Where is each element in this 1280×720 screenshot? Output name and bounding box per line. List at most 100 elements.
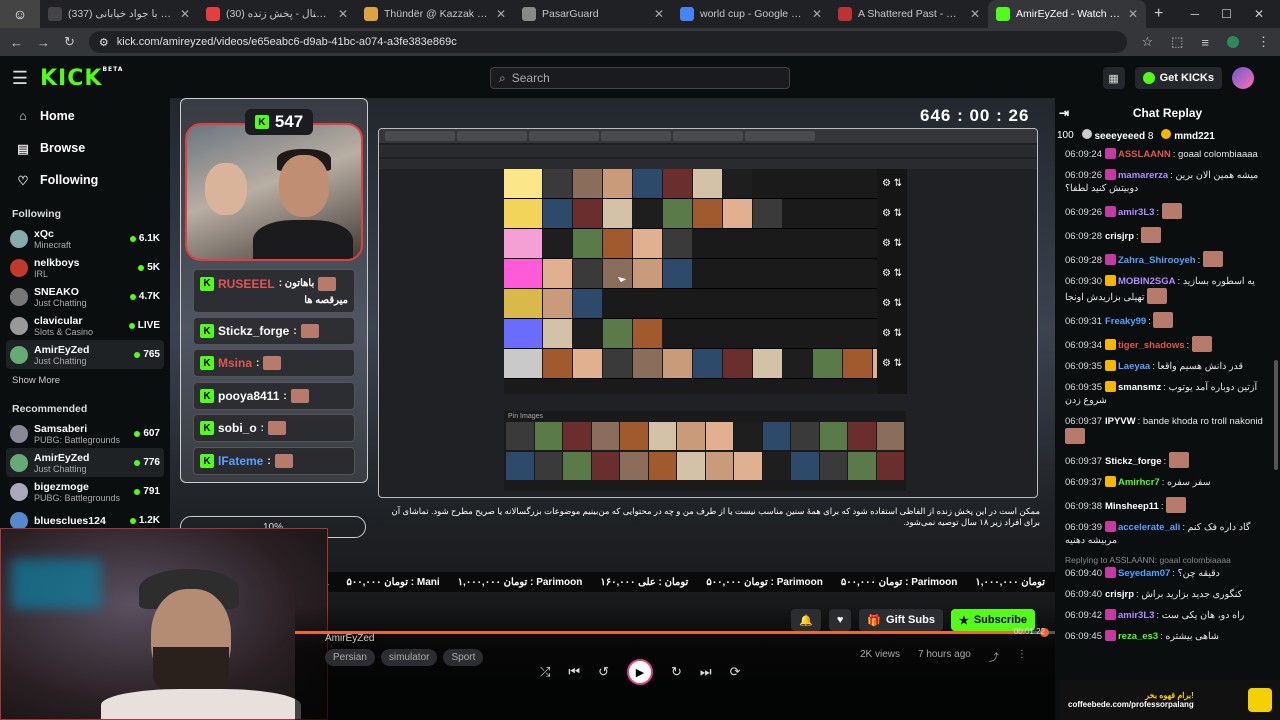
follow-heart-button[interactable]: ♥ <box>828 609 852 631</box>
sidebar-channel[interactable]: SNEAKO Just Chatting 4.7K <box>0 282 170 311</box>
sidebar-channel[interactable]: xQc Minecraft 6.1K <box>0 224 170 253</box>
sidebar-channel[interactable]: clavicular Slots & Casino LIVE <box>0 311 170 340</box>
chat-username[interactable]: accelerate_ali <box>1118 522 1180 533</box>
collapse-chat-icon[interactable]: ⇥ <box>1059 106 1069 120</box>
browser-tab[interactable]: ایران اینترنشنال - پخش زنده (30) ✕ <box>198 0 356 28</box>
chat-username[interactable]: Seyedam07 <box>1118 568 1170 579</box>
chat-message[interactable]: 06:09:42 amir3L3: راه دو، هان یکی ست <box>1065 609 1270 622</box>
new-tab-button[interactable]: + <box>1154 5 1163 23</box>
kick-logo[interactable]: KICKBETA <box>40 66 123 91</box>
chat-message[interactable]: 06:09:30 MOBIN2SGA: یه اسطوره بسازید تهیل… <box>1065 275 1270 304</box>
tab-close-icon[interactable]: ✕ <box>654 7 664 21</box>
sidebar-channel[interactable]: AmirEyZed Just Chatting 776 <box>6 448 164 477</box>
chat-message[interactable]: 06:09:35 smansmz: آزتین دوباره آمد یوتوب … <box>1065 381 1270 407</box>
chat-message[interactable]: 06:09:26 mamarerza: میشه همین الان برین د… <box>1065 169 1270 195</box>
back-icon[interactable]: ← <box>10 35 23 50</box>
chat-message[interactable]: 06:09:38 Minsheep11: <box>1065 497 1270 513</box>
browser-tab[interactable]: Thündër @ Kazzak (EU EN) ✕ <box>356 0 514 28</box>
bookmark-star-icon[interactable]: ☆ <box>1141 34 1153 50</box>
extensions-icon[interactable]: ⬚ <box>1171 34 1183 50</box>
repeat-icon[interactable]: ⟳ <box>730 664 741 680</box>
user-avatar[interactable] <box>1232 67 1254 89</box>
more-icon[interactable]: ⋮ <box>1017 649 1027 664</box>
maximize-icon[interactable]: ☐ <box>1221 7 1232 21</box>
chat-message[interactable]: 06:09:35 Laeyaa: قدر دانش هسیم واقعا <box>1065 360 1270 373</box>
sidebar-channel[interactable]: nelkboys IRL 5K <box>0 253 170 282</box>
chat-username[interactable]: Stickz_forge <box>1105 456 1162 467</box>
browser-profile-avatar[interactable]: ☺ <box>0 0 40 28</box>
chat-message[interactable]: 06:09:37 IPYVW: bande khoda ro troll nako… <box>1065 415 1270 444</box>
chat-username[interactable]: crisjrp <box>1105 231 1134 242</box>
browser-tab[interactable]: world cup - Google Search ✕ <box>672 0 830 28</box>
sidebar-nav-following[interactable]: ♡ Following <box>0 164 170 196</box>
chat-username[interactable]: amir3L3 <box>1118 207 1154 218</box>
menu-icon[interactable]: ☰ <box>0 68 40 89</box>
chat-scrollbar[interactable] <box>1274 360 1278 470</box>
play-button[interactable]: ▶ <box>627 659 654 685</box>
browser-tab[interactable]: A Shattered Past - Quest - Wor ✕ <box>830 0 988 28</box>
tab-close-icon[interactable]: ✕ <box>338 7 348 21</box>
chat-message[interactable]: 06:09:26 amir3L3: <box>1065 203 1270 219</box>
url-field[interactable]: ⚙ kick.com/amireyzed/videos/e65eabc6-d9ab… <box>88 31 1128 53</box>
seek-bar[interactable] <box>295 628 1055 637</box>
chat-username[interactable]: Zahra_Shirooyeh <box>1118 255 1196 266</box>
extension-g-icon[interactable] <box>1227 36 1239 48</box>
chat-username[interactable]: reza_es3 <box>1118 631 1158 642</box>
chat-username[interactable]: mamarerza <box>1118 170 1168 181</box>
chat-username[interactable]: smansmz <box>1118 382 1161 393</box>
chat-message[interactable]: 06:09:24 ASSLAANN: goaal colombiaaaa <box>1065 148 1270 161</box>
chat-username[interactable]: Minsheep11 <box>1105 501 1159 512</box>
chat-message[interactable]: 06:09:28 Zahra_Shirooyeh: <box>1065 251 1270 267</box>
tab-close-icon[interactable]: ✕ <box>180 7 190 21</box>
sidebar-channel[interactable]: bigezmoge PUBG: Battlegrounds 791 <box>0 477 170 506</box>
notification-bell-button[interactable]: 🔔 <box>791 609 821 631</box>
tab-close-icon[interactable]: ✕ <box>1128 7 1138 21</box>
forward-icon[interactable]: → <box>37 35 50 50</box>
chat-username[interactable]: IPYVW <box>1105 416 1136 427</box>
tab-close-icon[interactable]: ✕ <box>970 7 980 21</box>
tab-close-icon[interactable]: ✕ <box>812 7 822 21</box>
minimize-icon[interactable]: ─ <box>1191 7 1200 21</box>
chat-username[interactable]: ASSLAANN <box>1118 149 1171 160</box>
sidebar-channel[interactable]: Samsaberi PUBG: Battlegrounds 607 <box>0 419 170 448</box>
clips-icon[interactable]: ▦ <box>1102 67 1125 89</box>
share-icon[interactable]: ⤴ <box>989 649 999 664</box>
search-input[interactable]: ⌕ Search <box>490 67 790 89</box>
sidebar-nav-browse[interactable]: ▤ Browse <box>0 132 170 164</box>
rewind-icon[interactable]: ↺ <box>598 664 609 680</box>
tab-close-icon[interactable]: ✕ <box>496 7 506 21</box>
get-kicks-button[interactable]: Get KICKs <box>1134 67 1222 89</box>
chat-username[interactable]: Amirhcr7 <box>1118 477 1160 488</box>
show-more-link[interactable]: Show More <box>0 369 170 391</box>
sidebar-channel[interactable]: bluesclues124 1.2K <box>0 506 170 530</box>
shuffle-icon[interactable]: ⤮ <box>540 664 550 680</box>
browser-tab[interactable]: PasarGuard ✕ <box>514 0 672 28</box>
previous-icon[interactable]: ⏮ <box>568 664 580 680</box>
chat-username[interactable]: MOBIN2SGA <box>1118 276 1176 287</box>
forward-skip-icon[interactable]: ↻ <box>671 664 682 680</box>
chat-username[interactable]: Laeyaa <box>1118 361 1150 372</box>
chat-username[interactable]: Freaky99 <box>1105 316 1146 327</box>
chat-message[interactable]: 06:09:37 Stickz_forge: <box>1065 452 1270 468</box>
next-icon[interactable]: ⏭ <box>700 664 712 680</box>
chat-message[interactable]: 06:09:37 Amirhcr7: سفر سفره <box>1065 476 1270 489</box>
chat-username[interactable]: tiger_shadows <box>1118 340 1185 351</box>
chat-username[interactable]: amir3L3 <box>1118 610 1154 621</box>
sidebar-channel[interactable]: AmirEyZed Just Chatting 765 <box>6 340 164 369</box>
video-tag[interactable]: simulator <box>380 649 438 666</box>
site-info-icon[interactable]: ⚙ <box>99 36 109 49</box>
browser-tab[interactable]: مصر و آرژانتین با جواد خیابانی (337) ✕ <box>40 0 198 28</box>
chat-message[interactable]: 06:09:45 reza_es3: شاهی بیشتره <box>1065 630 1270 643</box>
video-tag[interactable]: Sport <box>443 649 484 666</box>
video-tag[interactable]: Persian <box>325 649 375 666</box>
reload-icon[interactable]: ↻ <box>64 34 75 50</box>
chat-message[interactable]: 06:09:28 crisjrp: <box>1065 227 1270 243</box>
gift-subs-button[interactable]: 🎁 Gift Subs <box>859 609 943 631</box>
sidebar-nav-home[interactable]: ⌂ Home <box>0 100 170 132</box>
close-window-icon[interactable]: ✕ <box>1254 7 1264 21</box>
browser-menu-icon[interactable]: ⋮ <box>1257 34 1270 50</box>
chat-message[interactable]: 06:09:31 Freaky99: <box>1065 312 1270 328</box>
chat-message[interactable]: 06:09:40 Seyedam07: دقیقه چن؟ <box>1065 567 1270 580</box>
chat-message[interactable]: 06:09:39 accelerate_ali: گاد داره فک کنم … <box>1065 521 1270 547</box>
chat-username[interactable]: crisjrp <box>1105 589 1134 600</box>
